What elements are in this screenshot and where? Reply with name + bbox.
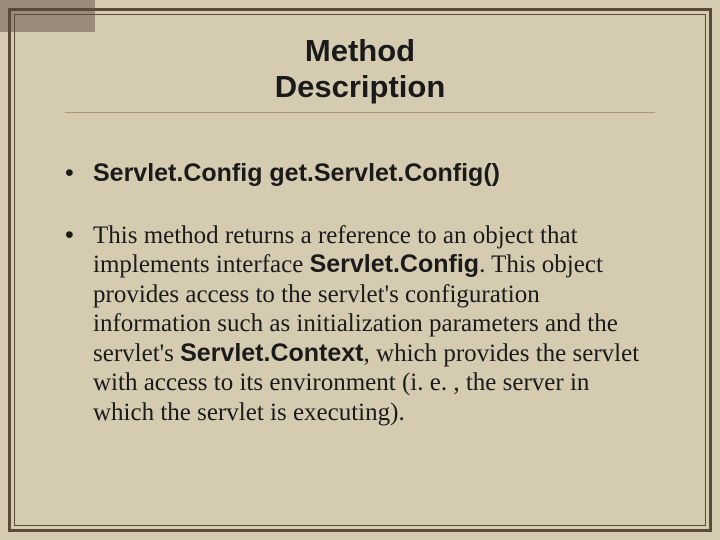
slide: Method Description • Servlet.Config get.… [0,0,720,540]
title-line-1: Method [305,33,415,68]
title-line-2: Description [275,69,446,104]
slide-title: Method Description [65,33,655,104]
desc-keyword-1: Servlet.Config [310,250,479,278]
method-signature: Servlet.Config get.Servlet.Config() [93,159,655,189]
bullet-dot-icon: • [65,159,93,189]
inner-frame: Method Description • Servlet.Config get.… [14,14,706,526]
desc-keyword-2: Servlet.Context [180,339,363,367]
outer-frame: Method Description • Servlet.Config get.… [8,8,712,532]
bullet-method: • Servlet.Config get.Servlet.Config() [65,159,655,189]
title-divider [65,112,655,113]
slide-body: • Servlet.Config get.Servlet.Config() • … [65,159,655,427]
method-description: This method returns a reference to an ob… [93,221,655,428]
bullet-dot-icon: • [65,221,93,428]
bullet-description: • This method returns a reference to an … [65,221,655,428]
